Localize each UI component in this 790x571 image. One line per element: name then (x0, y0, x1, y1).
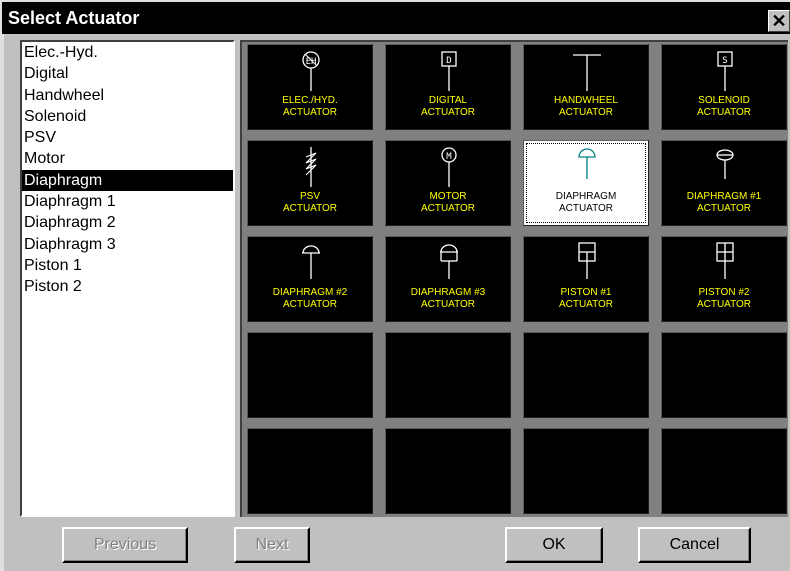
list-item[interactable]: Diaphragm 1 (22, 191, 233, 212)
digital-actuator-icon: D (441, 51, 457, 91)
cancel-button[interactable]: Cancel (638, 527, 751, 563)
svg-text:EH: EH (306, 57, 317, 67)
tile-label: PISTON #2 ACTUATOR (696, 287, 752, 310)
tile-label: PISTON #1 ACTUATOR (558, 287, 614, 310)
symbol-tile[interactable]: DIAPHRAGM #1 ACTUATOR (661, 140, 787, 226)
svg-text:M: M (446, 152, 452, 162)
tile-label: DIAPHRAGM #2 ACTUATOR (272, 287, 348, 310)
symbol-tile[interactable]: D DIGITAL ACTUATOR (385, 44, 511, 130)
elec-hyd-actuator-icon: EH (302, 51, 320, 91)
list-item[interactable]: Digital (22, 63, 233, 84)
tile-label: PSV ACTUATOR (282, 191, 338, 214)
symbol-tile[interactable]: DIAPHRAGM #2 ACTUATOR (247, 236, 373, 322)
symbol-tile[interactable]: PSV ACTUATOR (247, 140, 373, 226)
list-item[interactable]: Piston 1 (22, 255, 233, 276)
tile-label: DIAPHRAGM #3 ACTUATOR (410, 287, 486, 310)
list-item[interactable]: Elec.-Hyd. (22, 42, 233, 63)
empty-tile[interactable] (247, 332, 373, 418)
actuator-symbol-grid: EH ELEC./HYD. ACTUATOR D DIGITAL ACTUATOR HA… (240, 40, 788, 517)
actuator-listbox[interactable]: Elec.-Hyd. Digital Handwheel Solenoid PSV Mot… (20, 40, 235, 517)
cancel-button-label: Cancel (669, 536, 720, 553)
symbol-tile[interactable]: PISTON #2 ACTUATOR (661, 236, 787, 322)
previous-button-label: Previous (93, 536, 157, 553)
symbol-tile[interactable]: DIAPHRAGM ACTUATOR (523, 140, 649, 226)
close-icon[interactable]: ✕ (768, 10, 790, 32)
diaphragm-3-actuator-icon (440, 244, 458, 279)
diaphragm-actuator-icon (578, 148, 596, 179)
next-button[interactable]: Next (234, 527, 310, 563)
previous-button[interactable]: Previous (62, 527, 188, 563)
tile-label: HANDWHEEL ACTUATOR (554, 95, 618, 118)
symbol-tile[interactable]: EH ELEC./HYD. ACTUATOR (247, 44, 373, 130)
symbol-tile[interactable]: S SOLENOID ACTUATOR (661, 44, 787, 130)
ok-button[interactable]: OK (505, 527, 603, 563)
piston-2-actuator-icon (716, 242, 734, 279)
list-item[interactable]: Diaphragm 2 (22, 212, 233, 233)
tile-label: ELEC./HYD. ACTUATOR (282, 95, 338, 118)
list-item[interactable]: PSV (22, 127, 233, 148)
piston-1-actuator-icon (578, 242, 596, 279)
tile-label: MOTOR ACTUATOR (420, 191, 476, 214)
motor-actuator-icon: M (441, 147, 457, 187)
empty-tile[interactable] (661, 332, 787, 418)
diaphragm-2-actuator-icon (302, 245, 320, 279)
empty-tile[interactable] (385, 428, 511, 514)
symbol-tile[interactable]: PISTON #1 ACTUATOR (523, 236, 649, 322)
psv-actuator-icon (305, 147, 317, 187)
list-item[interactable]: Diaphragm 3 (22, 234, 233, 255)
symbol-tile[interactable]: DIAPHRAGM #3 ACTUATOR (385, 236, 511, 322)
empty-tile[interactable] (523, 428, 649, 514)
window-title: Select Actuator (8, 8, 140, 28)
empty-tile[interactable] (523, 332, 649, 418)
ok-button-label: OK (542, 536, 566, 553)
tile-label: DIAPHRAGM ACTUATOR (555, 191, 617, 214)
handwheel-actuator-icon (573, 54, 601, 91)
list-item[interactable]: Motor (22, 148, 233, 169)
symbol-tile[interactable]: HANDWHEEL ACTUATOR (523, 44, 649, 130)
tile-label: SOLENOID ACTUATOR (696, 95, 752, 118)
next-button-label: Next (255, 536, 289, 553)
svg-text:S: S (722, 56, 727, 66)
list-item[interactable]: Handwheel (22, 85, 233, 106)
window-frame (0, 34, 4, 571)
tile-label: DIAPHRAGM #1 ACTUATOR (686, 191, 762, 214)
title-bar[interactable]: Select Actuator ✕ (0, 0, 790, 34)
list-item[interactable]: Piston 2 (22, 276, 233, 297)
tile-label: DIGITAL ACTUATOR (420, 95, 476, 118)
empty-tile[interactable] (385, 332, 511, 418)
svg-text:D: D (446, 56, 451, 66)
empty-tile[interactable] (661, 428, 787, 514)
symbol-tile[interactable]: M MOTOR ACTUATOR (385, 140, 511, 226)
diaphragm-1-actuator-icon (716, 149, 734, 179)
list-item[interactable]: Solenoid (22, 106, 233, 127)
solenoid-actuator-icon: S (717, 51, 733, 91)
list-item[interactable]: Diaphragm (22, 169, 233, 192)
empty-tile[interactable] (247, 428, 373, 514)
